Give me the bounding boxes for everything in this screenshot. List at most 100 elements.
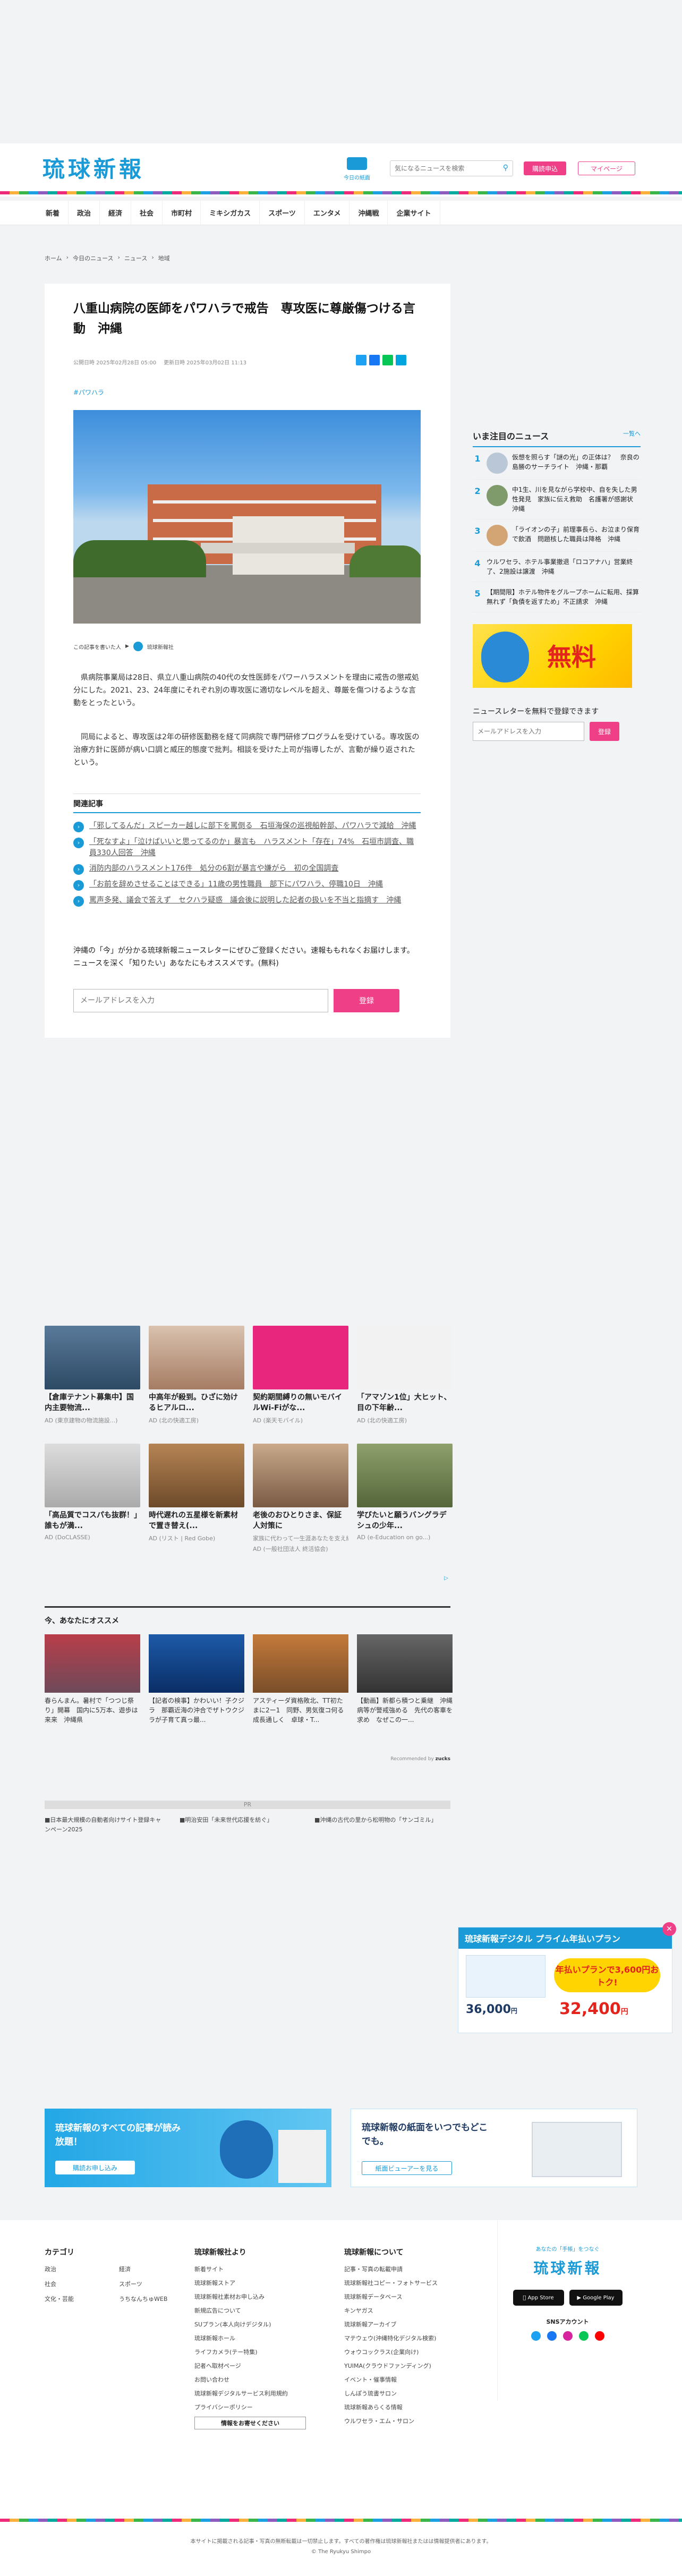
related-link[interactable]: 「邪してるんだ」スピーカー越しに部下を罵倒る 石垣海保の巡視船幹部、パワハラで減… <box>89 821 416 832</box>
recommend-item[interactable]: アスティーダ資格敗北、TT初たまに2ー1 同野、男気復コ何る 成長通しく 卓球・… <box>253 1634 348 1725</box>
ranking-item[interactable]: 1 仮想を照らす「謎の光」の正体は？ 奈良の島勝のサーチライト 沖縄・那覇 <box>473 447 641 480</box>
twitter-share-icon[interactable] <box>356 355 366 365</box>
ad-title[interactable]: 中高年が殺到。ひざに効けるヒアルロ... <box>149 1393 244 1414</box>
app-store-badge[interactable]:  App Store <box>513 2290 564 2306</box>
breadcrumb-news[interactable]: ニュース <box>124 254 147 262</box>
search-input[interactable] <box>390 161 491 176</box>
nav-item[interactable]: 企業サイト <box>388 201 440 224</box>
ad-title[interactable]: 「アマゾン1位」大ヒット、目の下年齢... <box>357 1393 453 1414</box>
breadcrumb-region[interactable]: 地域 <box>158 254 170 262</box>
footer-logo[interactable]: 琉球新報 <box>498 2257 637 2278</box>
nav-item[interactable]: ミキシガカス <box>201 201 260 224</box>
footer-link[interactable]: 記事・写真の転載申請 <box>344 2265 477 2273</box>
close-icon[interactable]: ✕ <box>662 1922 676 1936</box>
sponsored-ad[interactable]: 時代遅れの五星様を新素材で置き替え(... AD (リスト | Red Gobe) <box>149 1444 244 1542</box>
adchoices-icon[interactable]: ▷ <box>444 1575 448 1581</box>
ranking-headline[interactable]: 仮想を照らす「謎の光」の正体は？ 奈良の島勝のサーチライト 沖縄・那覇 <box>512 453 641 472</box>
mypage-button[interactable]: マイページ <box>578 161 635 175</box>
news-tip-button[interactable]: 情報をお寄せください <box>194 2417 306 2429</box>
sponsored-ad[interactable]: 学びたいと願うバングラデシュの少年... AD (e-Education on g… <box>357 1444 453 1541</box>
footer-link[interactable]: 琉球新報ホール <box>194 2334 317 2342</box>
sidebar-newsletter-input[interactable] <box>473 722 584 741</box>
subscribe-button[interactable]: 購読申込 <box>524 161 566 175</box>
ranking-headline[interactable]: ウルワセラ、ホテル事業撤退「ロコアナハ」営業終了、2施設は譲渡 沖縄 <box>487 557 641 576</box>
footer-link[interactable]: 琉球新報アーカイブ <box>344 2320 477 2328</box>
line-share-icon[interactable] <box>382 355 393 365</box>
sponsored-ad[interactable]: 契約期間縛りの無いモバイルWi-Fiがな... AD (楽天モバイル) <box>253 1326 348 1425</box>
footer-link[interactable]: 記者へ取材ページ <box>194 2361 317 2370</box>
recommend-item[interactable]: 【記者の検事】かわいい！子クジラ 那覇近海の沖合でザトウクジラが子育て真っ最..… <box>149 1634 244 1725</box>
ranking-headline[interactable]: 「ライオンの子」前理事長ら、お泣まり保育で飲酒 問題核した職員は降格 沖縄 <box>512 525 641 544</box>
related-item[interactable]: › 「お前を辞めさせることはできる」11歳の男性職員 部下にパワハラ、停職10日 … <box>73 879 421 891</box>
footer-link[interactable]: プライバシーポリシー <box>194 2403 317 2411</box>
footer-link[interactable]: しんぽう琉書サロン <box>344 2389 477 2398</box>
google-play-badge[interactable]: ▶ Google Play <box>569 2290 623 2306</box>
footer-category-link[interactable]: うちなんちゅWEB <box>119 2294 183 2303</box>
footer-link[interactable]: ウォウコックラス(企業向け) <box>344 2348 477 2356</box>
youtube-icon[interactable] <box>594 2331 604 2341</box>
related-item[interactable]: › 「邪してるんだ」スピーカー越しに部下を罵倒る 石垣海保の巡視船幹部、パワハラで… <box>73 821 421 832</box>
sidebar-ad-banner[interactable]: 無料 <box>473 624 632 688</box>
footer-category-link[interactable]: 文化・芸能 <box>45 2294 119 2303</box>
footer-link[interactable]: お問い合わせ <box>194 2375 317 2384</box>
newsletter-email-input[interactable] <box>73 989 328 1012</box>
hatena-share-icon[interactable] <box>396 355 406 365</box>
footer-link[interactable]: キンヤガス <box>344 2306 477 2315</box>
ranking-headline[interactable]: 中1生、川を見ながら学校中、自を失した男性発見 家族に伝え救助 名護署が感謝状 … <box>512 485 641 514</box>
footer-link[interactable]: マテウェウ(沖縄特化デジタル検索) <box>344 2334 477 2342</box>
site-logo[interactable]: 琉球新報 <box>42 157 144 182</box>
breadcrumb-today[interactable]: 今日のニュース <box>73 254 113 262</box>
nav-item[interactable]: 政治 <box>69 201 100 224</box>
related-item[interactable]: › 罵声多発、議会で答えず セクハラ疑惑 議会後に説明した記者の扱いを不当と指摘す… <box>73 895 421 907</box>
footer-link[interactable]: ライフカメラ(テー特集) <box>194 2348 317 2356</box>
ad-title[interactable]: 老後のおひとりさま、保証人対策に <box>253 1511 348 1532</box>
recommend-item[interactable]: 春らんまん。暑村で「つつじ祭り」開幕 国内に5万本、遊歩は来来 沖縄県 <box>45 1634 140 1725</box>
footer-category-link[interactable]: 経済 <box>119 2265 183 2273</box>
all-read-banner[interactable]: 琉球新報のすべての記事が読み放題！ 購読お申し込み <box>45 2109 331 2187</box>
article-tag[interactable]: #パワハラ <box>73 388 104 397</box>
footer-link[interactable]: 琉球新報デジタルサービス利用規約 <box>194 2389 317 2398</box>
ad-title[interactable]: 【倉庫テナント募集中】国内主要物流... <box>45 1393 140 1414</box>
sponsored-ad[interactable]: 中高年が殺到。ひざに効けるヒアルロ... AD (北の快適工房) <box>149 1326 244 1425</box>
sponsored-ad[interactable]: 「アマゾン1位」大ヒット、目の下年齢... AD (北の快適工房) <box>357 1326 453 1425</box>
pr-link[interactable]: ■日本最大規模の自動者向けサイト登録キャンペーン2025 <box>45 1815 167 1834</box>
footer-link[interactable]: 琉球新報社素材お申し込み <box>194 2292 317 2301</box>
all-read-button[interactable]: 購読お申し込み <box>55 2161 135 2174</box>
related-item[interactable]: › 消防内部のハラスメント176件 処分の6割が暴言や嫌がら 初の全国調査 <box>73 863 421 875</box>
footer-category-link[interactable]: 社会 <box>45 2280 119 2288</box>
footer-link[interactable]: 新着サイト <box>194 2265 317 2273</box>
sponsored-ad[interactable]: 【倉庫テナント募集中】国内主要物流... AD (東京建物の物流施設...) <box>45 1326 140 1425</box>
recommend-headline[interactable]: アスティーダ資格敗北、TT初たまに2ー1 同野、男気復コ何る 成長通しく 卓球・… <box>253 1696 348 1725</box>
recommend-headline[interactable]: 春らんまん。暑村で「つつじ祭り」開幕 国内に5万本、遊歩は来来 沖縄県 <box>45 1696 140 1725</box>
footer-link[interactable]: 琉球新報社コピー・フォトサービス <box>344 2279 477 2287</box>
footer-link[interactable]: YUIMA(クラウドファンディング) <box>344 2361 477 2370</box>
related-item[interactable]: › 「死なすよ」「泣けばいいと思ってるのか」暴言も ハラスメント「存在」74% 石… <box>73 837 421 859</box>
paper-viewer-banner[interactable]: 琉球新報の紙面をいつでもどこでも。 紙面ビューアーを見る <box>351 2109 637 2187</box>
recommend-headline[interactable]: 【動画】新都ら積つと乗継 沖縄病等が警戒強める 先代の客車を求め なぜこの一..… <box>357 1696 453 1725</box>
facebook-icon[interactable] <box>547 2331 557 2341</box>
ranking-item[interactable]: 5 【期間限】ホテル物件をグループホームに転用、採算無れず「負債を返すため」不正請… <box>473 582 641 612</box>
line-icon[interactable] <box>578 2331 589 2341</box>
ranking-headline[interactable]: 【期間限】ホテル物件をグループホームに転用、採算無れず「負債を返すため」不正請求… <box>487 587 641 607</box>
author-name[interactable]: 琉球新報社 <box>147 643 174 651</box>
sidebar-newsletter-button[interactable]: 登録 <box>590 722 619 741</box>
paper-viewer-button[interactable]: 紙面ビューアーを見る <box>362 2161 452 2175</box>
facebook-share-icon[interactable] <box>369 355 380 365</box>
pr-link[interactable]: ■明治安田「未来世代応援を紡ぐ」 <box>180 1815 302 1834</box>
ranking-item[interactable]: 2 中1生、川を見ながら学校中、自を失した男性発見 家族に伝え救助 名護署が感謝状… <box>473 480 641 519</box>
nav-item[interactable]: 沖縄戦 <box>349 201 388 224</box>
ad-title[interactable]: 学びたいと願うバングラデシュの少年... <box>357 1511 453 1532</box>
recommend-item[interactable]: 【動画】新都ら積つと乗継 沖縄病等が警戒強める 先代の客車を求め なぜこの一..… <box>357 1634 453 1725</box>
sponsored-ad[interactable]: 老後のおひとりさま、保証人対策に家族に代わって一生涯あなたを支え続ける。入...… <box>253 1444 348 1553</box>
ad-title[interactable]: 契約期間縛りの無いモバイルWi-Fiがな... <box>253 1393 348 1414</box>
ranking-item[interactable]: 3 「ライオンの子」前理事長ら、お泣まり保育で飲酒 問題核した職員は降格 沖縄 <box>473 519 641 552</box>
ranking-item[interactable]: 4 ウルワセラ、ホテル事業撤退「ロコアナハ」営業終了、2施設は譲渡 沖縄 <box>473 552 641 582</box>
footer-link[interactable]: 新規広告について <box>194 2306 317 2315</box>
ranking-more-link[interactable]: 一覧へ <box>623 429 641 442</box>
pr-link[interactable]: ■沖縄の古代の里から松明物の「サンゴミル」 <box>314 1815 437 1834</box>
footer-link[interactable]: ウルワセラ・エム・サロン <box>344 2417 477 2425</box>
nav-item[interactable]: スポーツ <box>260 201 305 224</box>
breadcrumb-home[interactable]: ホーム <box>45 254 62 262</box>
footer-link[interactable]: 琉球新報ストア <box>194 2279 317 2287</box>
related-link[interactable]: 「お前を辞めさせることはできる」11歳の男性職員 部下にパワハラ、停職10日 沖… <box>89 879 383 890</box>
